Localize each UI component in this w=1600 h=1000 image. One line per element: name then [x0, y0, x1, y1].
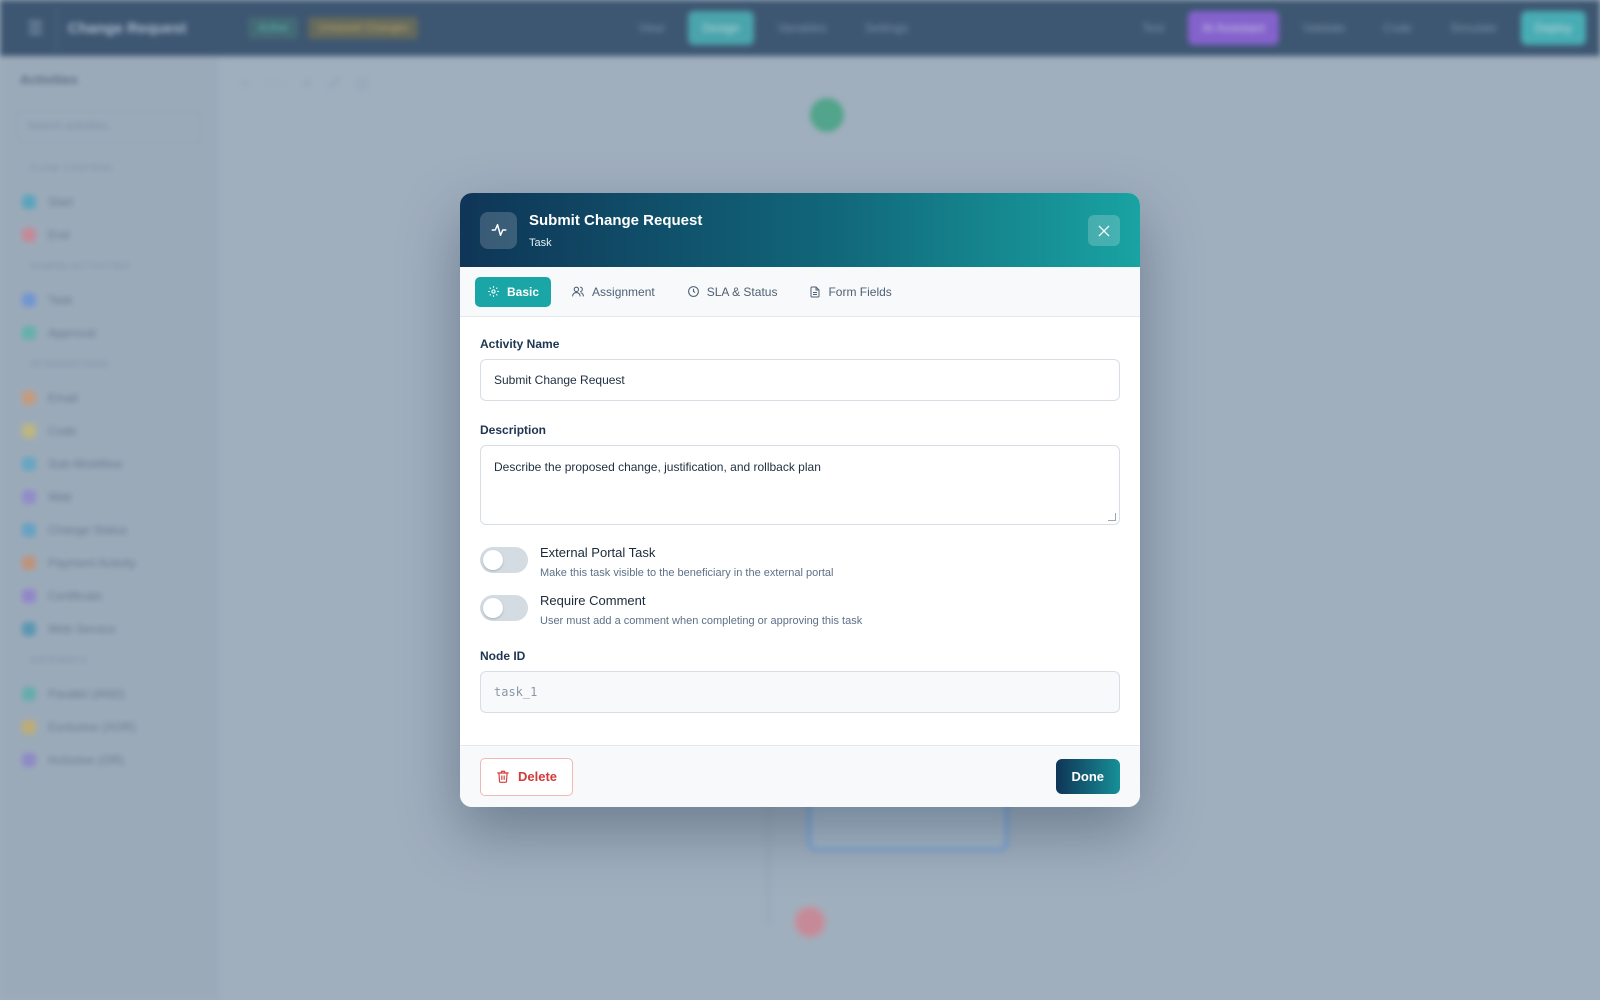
- activity-properties-dialog: Submit Change Request Task Basic Assignm…: [460, 193, 1140, 807]
- dialog-footer: Delete Done: [460, 745, 1140, 807]
- resize-handle-icon[interactable]: [1108, 513, 1116, 521]
- trash-icon: [497, 770, 509, 783]
- description-label: Description: [480, 423, 547, 437]
- close-button[interactable]: [1088, 215, 1120, 246]
- dialog-body: Activity Name Submit Change Request Desc…: [460, 317, 1140, 745]
- toggle-knob: [483, 598, 503, 618]
- require-comment-row: Require Comment User must add a comment …: [480, 593, 1120, 627]
- dialog-title: Submit Change Request: [529, 211, 703, 229]
- activity-name-input[interactable]: Submit Change Request: [480, 359, 1120, 401]
- gear-icon: [488, 286, 499, 297]
- activity-name-label: Activity Name: [480, 337, 560, 351]
- node-id-field: task_1: [480, 671, 1120, 713]
- dialog-tabs: Basic Assignment SLA & Status Form Field…: [460, 267, 1140, 317]
- dialog-subtitle: Task: [529, 236, 552, 249]
- tab-assignment-label: Assignment: [592, 284, 655, 299]
- tab-basic-label: Basic: [507, 284, 540, 299]
- users-icon: [572, 286, 584, 297]
- clock-icon: [687, 286, 699, 297]
- external-portal-task-row: External Portal Task Make this task visi…: [480, 545, 1120, 579]
- tab-assignment[interactable]: Assignment: [559, 277, 667, 307]
- dialog-header: Submit Change Request Task: [460, 193, 1140, 267]
- external-portal-task-toggle[interactable]: [480, 547, 528, 573]
- require-comment-description: User must add a comment when completing …: [540, 615, 863, 627]
- tab-form-fields[interactable]: Form Fields: [797, 277, 903, 307]
- close-icon: [1098, 225, 1110, 236]
- external-portal-task-label: External Portal Task: [540, 545, 656, 560]
- external-portal-task-description: Make this task visible to the beneficiar…: [540, 567, 834, 579]
- toggle-knob: [483, 550, 503, 570]
- done-button[interactable]: Done: [1055, 759, 1120, 794]
- activity-pulse-icon: [480, 211, 517, 249]
- document-icon: [810, 286, 820, 297]
- node-id-label: Node ID: [480, 649, 526, 663]
- delete-button-label: Delete: [518, 769, 558, 784]
- require-comment-toggle[interactable]: [480, 595, 528, 621]
- tab-sla-status-label: SLA & Status: [706, 284, 778, 299]
- description-textarea[interactable]: Describe the proposed change, justificat…: [480, 445, 1120, 525]
- description-text: Describe the proposed change, justificat…: [494, 460, 821, 474]
- delete-button[interactable]: Delete: [480, 757, 574, 796]
- require-comment-label: Require Comment: [540, 593, 646, 608]
- tab-sla-status[interactable]: SLA & Status: [675, 277, 790, 307]
- tab-form-fields-label: Form Fields: [828, 284, 892, 299]
- tab-basic[interactable]: Basic: [475, 276, 552, 307]
